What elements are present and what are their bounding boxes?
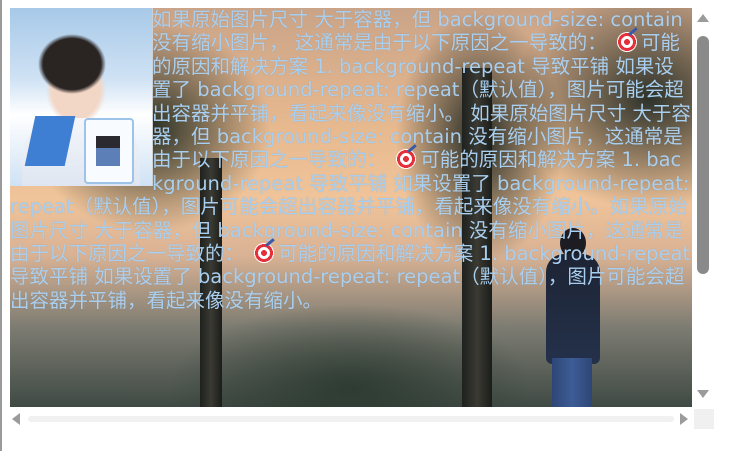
horizontal-scrollbar[interactable]: [10, 409, 692, 429]
target-icon: [254, 243, 275, 264]
scroll-container[interactable]: 如果原始图片尺寸 大于容器，但 background-size: contain…: [10, 8, 692, 407]
arrow-up-icon[interactable]: [697, 14, 709, 22]
vertical-scroll-thumb[interactable]: [697, 36, 709, 274]
browser-frame: 如果原始图片尺寸 大于容器，但 background-size: contain…: [0, 0, 737, 451]
arrow-right-icon[interactable]: [680, 413, 688, 425]
text-segment-1: 如果原始图片尺寸 大于容器，但 background-size: contain…: [152, 8, 683, 55]
arrow-left-icon[interactable]: [12, 413, 20, 425]
vertical-scrollbar[interactable]: [694, 8, 714, 407]
scrollbar-corner: [694, 409, 714, 429]
target-icon: [616, 32, 637, 53]
horizontal-scroll-track[interactable]: [28, 416, 674, 422]
float-spacer: [10, 8, 152, 186]
target-icon: [396, 149, 417, 170]
window-edge: [0, 0, 2, 451]
arrow-down-icon[interactable]: [697, 390, 709, 398]
article-text: 如果原始图片尺寸 大于容器，但 background-size: contain…: [10, 8, 692, 407]
